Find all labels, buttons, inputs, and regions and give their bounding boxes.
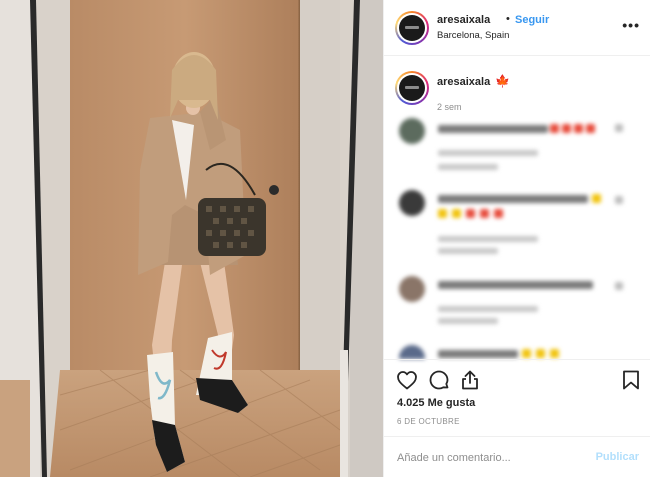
comment-bubble-icon[interactable] [427,368,451,392]
header-username[interactable]: aresaixala [437,14,490,26]
caption-time-ago[interactable]: 2 sem [437,102,462,112]
comment-like-icon[interactable] [615,124,623,132]
comment-avatar [399,118,425,144]
comment-input[interactable] [397,449,587,467]
comment-item [395,190,635,254]
post-side-panel: aresaixala • Seguir Barcelona, Spain •••… [383,0,650,477]
emoji-heart [574,124,583,133]
emoji-face [536,349,545,358]
comment-text [438,350,518,358]
separator-dot: • [506,13,510,25]
comment-like-icon[interactable] [615,196,623,204]
comment-text [438,195,588,203]
comment-avatar [399,276,425,302]
share-icon[interactable] [458,368,482,392]
caption-avatar[interactable] [395,71,429,105]
publish-button[interactable]: Publicar [596,451,639,463]
comment-reply [438,164,498,170]
emoji-heart [480,209,489,218]
emoji-heart [494,209,503,218]
emoji-heart [586,124,595,133]
post-date[interactable]: 6 DE OCTUBRE [397,417,460,426]
maple-leaf-emoji: 🍁 [495,74,510,88]
comment-meta [438,236,538,242]
heart-icon[interactable] [395,368,419,392]
follow-button[interactable]: Seguir [515,14,549,26]
comment-text [438,125,548,133]
bookmark-icon[interactable] [619,368,643,392]
more-options-icon[interactable]: ••• [622,18,640,32]
emoji-face [522,349,531,358]
emoji-heart [562,124,571,133]
action-bar: 4.025 Me gusta 6 DE OCTUBRE Publicar [384,359,650,477]
comment-reply [438,248,498,254]
comment-item [395,118,635,178]
post-photo[interactable] [0,0,383,477]
avatar[interactable] [395,11,429,45]
emoji-heart [466,209,475,218]
location-link[interactable]: Barcelona, Spain [437,30,509,41]
emoji-face [550,349,559,358]
emoji-face [592,194,601,203]
comment-meta [438,150,538,156]
comment-avatar [399,190,425,216]
emoji-heart [550,124,559,133]
comment-like-icon[interactable] [615,282,623,290]
caption-username[interactable]: aresaixala [437,76,490,88]
comment-reply [438,318,498,324]
post-header: aresaixala • Seguir Barcelona, Spain ••• [384,0,650,56]
comment-avatar [399,345,425,359]
comment-item [395,345,635,359]
mirror-selfie-image [0,0,383,477]
emoji-face [438,209,447,218]
comment-text [438,281,593,289]
emoji-face [452,209,461,218]
add-comment-box: Publicar [384,436,650,477]
likes-count[interactable]: 4.025 Me gusta [397,397,475,409]
comment-meta [438,306,538,312]
comment-item [395,276,635,336]
